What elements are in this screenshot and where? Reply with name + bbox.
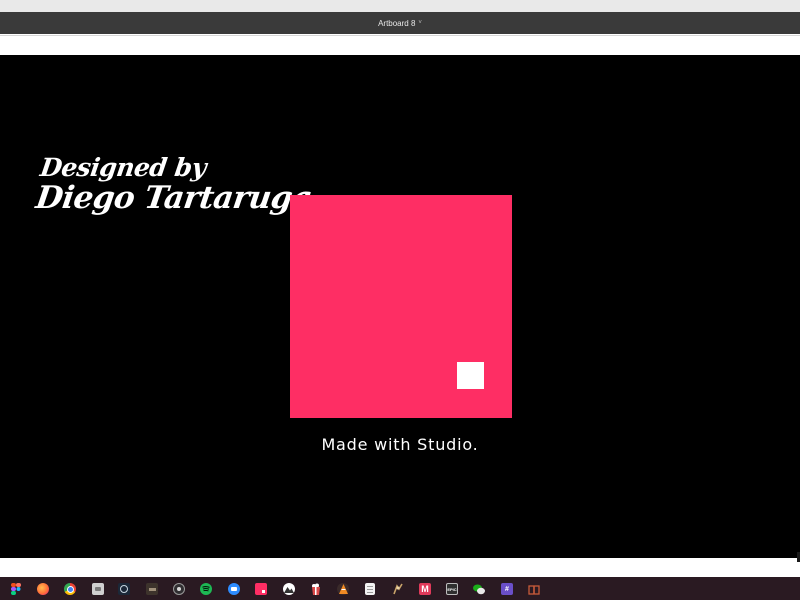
window-titlebar: Artboard 8 ˅ bbox=[0, 12, 800, 34]
game-icon[interactable] bbox=[392, 583, 404, 595]
chevron-down-icon[interactable]: ˅ bbox=[418, 20, 422, 26]
mega-icon[interactable]: M bbox=[419, 583, 431, 595]
window-title: Artboard 8 bbox=[378, 18, 416, 28]
figma-icon[interactable] bbox=[10, 583, 22, 595]
artboard-canvas[interactable]: Designed by Diego Tartaruga Made with St… bbox=[0, 55, 800, 558]
pink-square[interactable] bbox=[290, 195, 512, 418]
designer-signature: Designed by Diego Tartaruga bbox=[33, 153, 318, 216]
chrome-icon[interactable] bbox=[64, 583, 76, 595]
unknown-app-icon[interactable] bbox=[146, 583, 158, 595]
taskbar: M EPIC # bbox=[0, 577, 800, 600]
signature-line-1: Designed by bbox=[38, 153, 208, 182]
gift-icon[interactable] bbox=[528, 583, 540, 595]
finder-icon[interactable] bbox=[92, 583, 104, 595]
signature-line-2: Diego Tartaruga bbox=[33, 180, 315, 216]
white-square[interactable] bbox=[457, 362, 484, 389]
notes-icon[interactable] bbox=[365, 583, 375, 595]
vlc-icon[interactable] bbox=[337, 583, 349, 595]
popcorn-icon[interactable] bbox=[310, 583, 322, 595]
steam-icon[interactable] bbox=[118, 583, 130, 595]
zoom-icon[interactable] bbox=[228, 583, 240, 595]
firefox-icon[interactable] bbox=[37, 583, 49, 595]
epic-games-icon[interactable]: EPIC bbox=[446, 583, 458, 595]
slack-icon[interactable]: # bbox=[501, 583, 513, 595]
epic-label: EPIC bbox=[447, 586, 457, 592]
divider bbox=[0, 35, 800, 36]
photos-icon[interactable] bbox=[283, 583, 295, 595]
studio-icon[interactable] bbox=[255, 583, 267, 595]
toolbar-gap bbox=[0, 34, 800, 55]
made-with-caption: Made with Studio. bbox=[321, 435, 479, 454]
wechat-icon[interactable] bbox=[473, 583, 485, 595]
spotify-icon[interactable] bbox=[200, 583, 212, 595]
top-strip bbox=[0, 0, 800, 12]
obs-icon[interactable] bbox=[173, 583, 185, 595]
screen: Artboard 8 ˅ Designed by Diego Tartaruga… bbox=[0, 0, 800, 600]
